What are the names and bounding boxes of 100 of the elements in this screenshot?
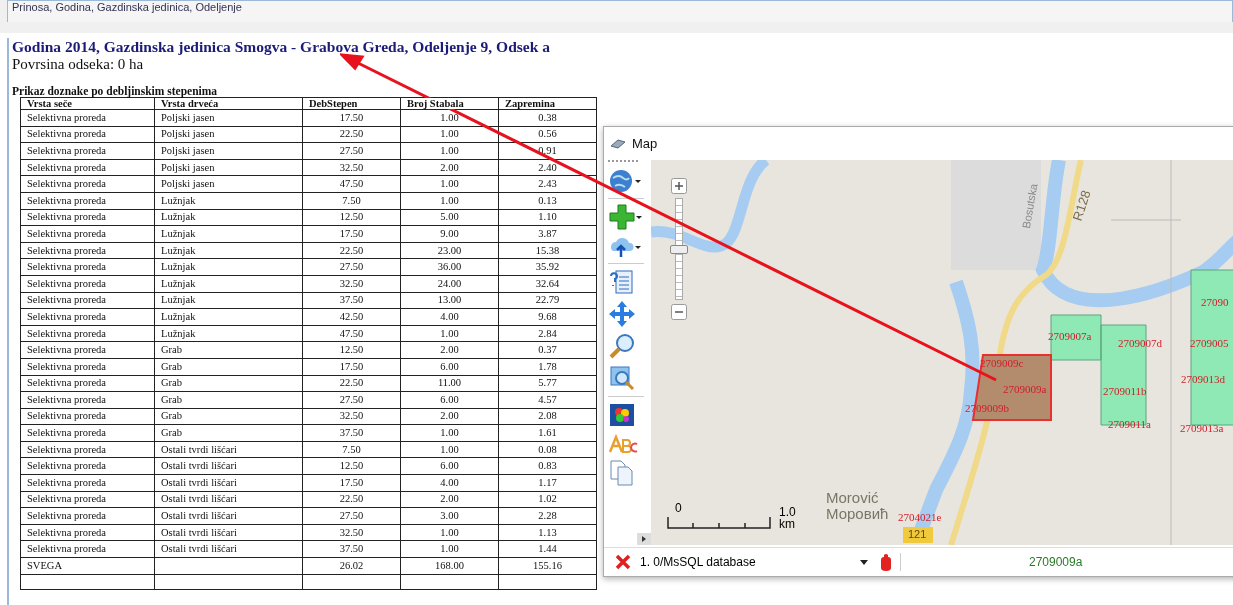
table-cell: 1.00 <box>400 424 499 442</box>
layer-dropdown[interactable]: 1. 0/MsSQL database <box>640 555 872 569</box>
table-cell: Selektivna proreda <box>20 175 155 193</box>
table-cell: Poljski jasen <box>154 126 303 143</box>
table-cell: Selektivna proreda <box>20 142 155 160</box>
parcel-label: 2709013a <box>1180 422 1224 434</box>
table-cell: 0.83 <box>498 457 597 475</box>
column-header: Broj Stabala <box>400 97 499 110</box>
table-cell: 32.50 <box>302 408 401 425</box>
close-icon[interactable] <box>614 553 632 571</box>
add-icon[interactable] <box>608 203 642 231</box>
map-icon <box>610 137 626 150</box>
zoom-in-icon[interactable] <box>671 178 687 194</box>
filter-field[interactable]: Prinosa, Godina, Gazdinska jedinica, Odeljenje <box>7 0 1233 22</box>
palette-icon[interactable] <box>608 401 636 429</box>
table-cell: Selektivna proreda <box>20 441 155 458</box>
document-help-icon[interactable] <box>608 268 636 296</box>
column-header: Zapremina <box>498 97 597 110</box>
label-tool-icon[interactable] <box>608 433 638 455</box>
zoom-extent-icon[interactable] <box>608 364 636 392</box>
table-cell: Ostali tvrdi lišćari <box>154 540 303 558</box>
table-cell: 2.00 <box>400 159 499 176</box>
table-cell: 32.50 <box>302 524 401 541</box>
table-cell: Lužnjak <box>154 275 303 293</box>
table-cell: Selektivna proreda <box>20 358 155 375</box>
table-cell: Ostali tvrdi lišćari <box>154 507 303 525</box>
table-cell: 3.87 <box>498 225 597 243</box>
table-cell: Selektivna proreda <box>20 474 155 492</box>
globe-icon[interactable] <box>608 168 642 194</box>
table-cell: 13.00 <box>400 292 499 309</box>
table-cell: 1.61 <box>498 424 597 442</box>
search-icon[interactable] <box>608 332 636 360</box>
parcel-label: 2709009a <box>1003 383 1047 395</box>
table-cell: Selektivna proreda <box>20 242 155 259</box>
table-cell: 17.50 <box>302 109 401 127</box>
table-cell: Ostali tvrdi lišćari <box>154 474 303 492</box>
table-cell: 2.00 <box>400 341 499 359</box>
table-cell: 2.84 <box>498 325 597 342</box>
table-cell: 4.57 <box>498 391 597 409</box>
table-cell: 4.00 <box>400 308 499 326</box>
total-cell: SVEGA <box>20 557 155 575</box>
zoom-out-icon[interactable] <box>671 304 687 320</box>
zoom-slider[interactable] <box>670 198 688 300</box>
table-cell: Lužnjak <box>154 325 303 342</box>
scale-unit: km <box>779 517 795 531</box>
table-cell: Ostali tvrdi lišćari <box>154 457 303 475</box>
parcel-label: 2704021e <box>898 511 942 523</box>
table-cell: Selektivna proreda <box>20 507 155 525</box>
table-cell: 4.00 <box>400 474 499 492</box>
pan-icon[interactable] <box>608 300 636 328</box>
total-cell: 26.02 <box>302 557 401 575</box>
report-title: Godina 2014, Gazdinska jedinica Smogva - Grabova Greda, Odeljenje 9, Odsek a <box>12 38 551 56</box>
table-cell: Grab <box>154 424 303 442</box>
table-cell: 24.00 <box>400 275 499 293</box>
table-cell: Selektivna proreda <box>20 408 155 425</box>
table-cell: Grab <box>154 408 303 425</box>
table-cell: 7.50 <box>302 441 401 458</box>
table-cell: 7.50 <box>302 192 401 210</box>
table-cell: Selektivna proreda <box>20 341 155 359</box>
table-cell: Selektivna proreda <box>20 225 155 243</box>
scale-label: 0 <box>675 501 682 515</box>
table-cell: 17.50 <box>302 474 401 492</box>
table-cell: 32.50 <box>302 275 401 293</box>
table-cell: Grab <box>154 358 303 375</box>
table-cell: 22.79 <box>498 292 597 309</box>
table-cell: Selektivna proreda <box>20 540 155 558</box>
table-cell: 22.50 <box>302 375 401 392</box>
table-cell: 2.00 <box>400 491 499 508</box>
table-cell: Lužnjak <box>154 242 303 259</box>
table-cell: 15.38 <box>498 242 597 259</box>
scale-label: 1.0 <box>779 505 796 519</box>
table-cell: Grab <box>154 375 303 392</box>
table-cell: 0.38 <box>498 109 597 127</box>
table-cell: 11.00 <box>400 375 499 392</box>
table-cell: Selektivna proreda <box>20 308 155 326</box>
copy-icon[interactable] <box>608 459 636 487</box>
table-cell: 6.00 <box>400 391 499 409</box>
table-cell: 1.13 <box>498 524 597 541</box>
table-cell: Poljski jasen <box>154 159 303 176</box>
table-cell: Selektivna proreda <box>20 109 155 127</box>
parcel-label: 2709011a <box>1108 418 1151 430</box>
table-cell: 42.50 <box>302 308 401 326</box>
table-cell: Grab <box>154 391 303 409</box>
cloud-upload-icon[interactable] <box>608 235 642 259</box>
table-cell: 1.10 <box>498 209 597 226</box>
table-cell: 1.00 <box>400 325 499 342</box>
caret-icon <box>860 559 868 565</box>
table-cell: 6.00 <box>400 358 499 375</box>
parcel-label: 2709011b <box>1103 385 1147 397</box>
table-cell: 37.50 <box>302 540 401 558</box>
table-cell: 9.00 <box>400 225 499 243</box>
table-cell: Selektivna proreda <box>20 209 155 226</box>
table-cell: Lužnjak <box>154 225 303 243</box>
window-title: Map <box>632 136 658 151</box>
table-cell: 22.50 <box>302 491 401 508</box>
table-cell: Lužnjak <box>154 308 303 326</box>
expand-icon[interactable] <box>637 533 651 545</box>
table-cell: 32.64 <box>498 275 597 293</box>
column-header: Vrsta drveća <box>154 97 303 110</box>
total-cell: 155.16 <box>498 557 597 575</box>
